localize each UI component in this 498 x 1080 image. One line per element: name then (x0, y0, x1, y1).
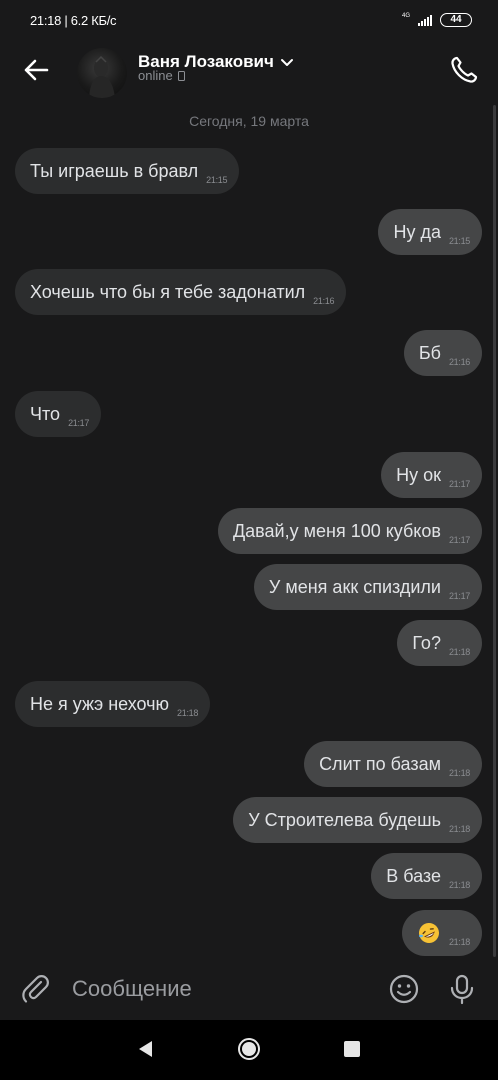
message-text: Хочешь что бы я тебе задонатил (30, 281, 306, 302)
message-time: 21:18 (448, 768, 470, 778)
phone-device-icon (177, 71, 185, 81)
message-bubble-outgoing[interactable]: В базе 21:18 (371, 853, 482, 899)
message-time: 21:15 (448, 236, 470, 246)
message-time: 21:16 (313, 296, 335, 306)
message-bubble-outgoing[interactable]: У Строителева будешь 21:18 (233, 797, 482, 843)
message-time: 21:18 (448, 824, 470, 834)
battery-level: 44 (450, 14, 462, 25)
message-text: Давай,у меня 100 кубков (232, 520, 441, 541)
message-text: В базе (386, 865, 441, 886)
message-bubble-incoming[interactable]: Ты играешь в бравл 21:15 (15, 148, 240, 194)
message-time: 21:17 (448, 535, 470, 545)
message-composer (0, 960, 498, 1020)
system-nav-bar (0, 1020, 498, 1080)
message-bubble-outgoing[interactable]: Бб 21:16 (403, 330, 482, 376)
message-input[interactable] (72, 973, 362, 1005)
message-text: У Строителева будешь (248, 809, 441, 830)
message-time: 21:17 (448, 479, 470, 489)
message-bubble-outgoing[interactable]: 21:18 (401, 910, 482, 956)
message-bubble-outgoing[interactable]: Ну ок 21:17 (381, 452, 482, 498)
status-time-speed: 21:18 | 6.2 КБ/с (30, 13, 117, 28)
message-bubble-incoming[interactable]: Хочешь что бы я тебе задонатил 21:16 (15, 269, 347, 315)
message-text: Ну да (393, 221, 441, 242)
message-bubble-outgoing[interactable]: Ну да 21:15 (378, 209, 482, 255)
message-text: У меня акк спиздили (268, 576, 441, 597)
message-bubble-outgoing[interactable]: У меня акк спиздили 21:17 (253, 564, 482, 610)
phone-call-icon[interactable] (448, 54, 480, 86)
contact-name[interactable]: Ваня Лозакович (138, 52, 274, 72)
status-bar: 21:18 | 6.2 КБ/с 4G 44 (0, 0, 498, 40)
smiley-icon[interactable] (388, 973, 420, 1005)
message-bubble-incoming[interactable]: Не я ужэ нехочю 21:18 (15, 681, 211, 727)
chat-header: Ваня Лозакович online (0, 40, 498, 106)
paperclip-icon[interactable] (20, 973, 52, 1005)
date-separator: Сегодня, 19 марта (189, 113, 309, 129)
message-time: 21:18 (448, 647, 470, 657)
message-time: 21:18 (177, 708, 199, 718)
nav-back-icon[interactable] (137, 1039, 153, 1059)
message-bubble-outgoing[interactable]: Давай,у меня 100 кубков 21:17 (217, 508, 482, 554)
message-text: Ну ок (396, 464, 441, 485)
message-time: 21:16 (448, 357, 470, 367)
rolling-on-floor-laughing-emoji-icon (418, 923, 439, 943)
signal-icon (418, 14, 432, 26)
avatar[interactable] (77, 48, 127, 98)
message-text: Не я ужэ нехочю (30, 693, 170, 714)
scrollbar[interactable] (493, 105, 496, 957)
chevron-down-icon[interactable] (280, 57, 294, 67)
message-time: 21:18 (448, 880, 470, 890)
message-text: Слит по базам (319, 753, 441, 774)
message-bubble-outgoing[interactable]: Го? 21:18 (397, 620, 482, 666)
message-time: 21:17 (448, 591, 470, 601)
message-text: Го? (412, 632, 441, 653)
message-time: 21:17 (68, 418, 90, 428)
nav-recents-icon[interactable] (344, 1041, 360, 1057)
avatar-silhouette-icon (89, 55, 115, 98)
message-text: Бб (418, 342, 441, 363)
message-text: Ты играешь в бравл (30, 160, 199, 181)
message-bubble-outgoing[interactable]: Слит по базам 21:18 (304, 741, 482, 787)
microphone-icon[interactable] (447, 973, 477, 1005)
network-type: 4G (401, 13, 410, 19)
back-arrow-icon[interactable] (20, 54, 52, 86)
online-status: online (138, 70, 173, 83)
battery-icon: 44 (440, 13, 472, 27)
message-time: 21:18 (448, 937, 470, 947)
message-bubble-incoming[interactable]: Что 21:17 (15, 391, 102, 437)
message-text: Что (30, 403, 61, 424)
message-time: 21:15 (206, 175, 228, 185)
nav-home-icon[interactable] (237, 1037, 261, 1061)
